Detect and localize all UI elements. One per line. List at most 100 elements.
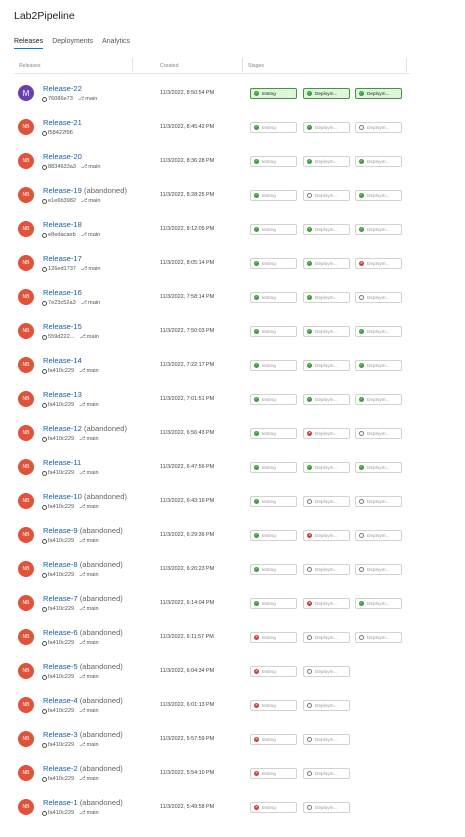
- stage-pill[interactable]: ✕ testing: [250, 768, 297, 779]
- release-link[interactable]: Release-4: [43, 696, 78, 705]
- commit-id[interactable]: fa410c229: [48, 368, 74, 374]
- stage-pill[interactable]: Deploym...: [303, 190, 350, 201]
- stage-pill[interactable]: ✓ Deploym...: [355, 394, 402, 405]
- branch-name[interactable]: main: [86, 742, 98, 748]
- stage-pill[interactable]: ✓ Deploym...: [303, 122, 350, 133]
- release-row[interactable]: NB Release-1 (abandoned) fa410c229 ⎇ main 11/…: [0, 791, 465, 825]
- branch-name[interactable]: main: [86, 606, 98, 612]
- release-row[interactable]: NB Release-17 126ed1737 ⎇ main 11/3/2022, 8:0…: [0, 247, 465, 281]
- stage-pill[interactable]: Deploym...: [303, 666, 350, 677]
- stage-pill[interactable]: ✕ Deploym...: [303, 530, 350, 541]
- stage-pill[interactable]: ✓ Deploym...: [355, 156, 402, 167]
- commit-id[interactable]: fa410c229: [48, 470, 74, 476]
- release-link[interactable]: Release-1: [43, 798, 78, 807]
- commit-id[interactable]: fa410c229: [48, 674, 74, 680]
- stage-pill[interactable]: ✓ testing: [250, 598, 297, 609]
- commit-id[interactable]: e8edacaeb: [48, 232, 76, 238]
- stage-pill[interactable]: ✓ Deploym...: [303, 224, 350, 235]
- release-row[interactable]: NB Release-2 (abandoned) fa410c229 ⎇ main 11/…: [0, 757, 465, 791]
- release-row[interactable]: NB Release-14 fa410c229 ⎇ main 11/3/2022, 7:2…: [0, 349, 465, 383]
- release-link[interactable]: Release-10: [43, 492, 82, 501]
- branch-name[interactable]: main: [88, 164, 100, 170]
- release-row[interactable]: NB Release-3 (abandoned) fa410c229 ⎇ main 11/…: [0, 723, 465, 757]
- column-header-releases[interactable]: Releases: [19, 63, 41, 69]
- release-link[interactable]: Release-2: [43, 764, 78, 773]
- release-link[interactable]: Release-19: [43, 186, 82, 195]
- commit-id[interactable]: fa410c229: [48, 538, 74, 544]
- tab-deployments[interactable]: Deployments: [52, 38, 93, 49]
- release-row[interactable]: NB Release-20 8834633a3 ⎇ main 11/3/2022, 8:3…: [0, 145, 465, 179]
- stage-pill[interactable]: ✕ Deploym...: [303, 428, 350, 439]
- release-link[interactable]: Release-16: [43, 288, 82, 297]
- stage-pill[interactable]: ✓ Deploym...: [355, 462, 402, 473]
- release-row[interactable]: M Release-22 76086e73 ⎇ main 11/3/2022, 8:50:…: [0, 77, 465, 111]
- stage-pill[interactable]: ✓ testing: [250, 258, 297, 269]
- release-row[interactable]: NB Release-6 (abandoned) fa410c229 ⎇ main 11/…: [0, 621, 465, 655]
- release-link[interactable]: Release-20: [43, 152, 82, 161]
- release-row[interactable]: NB Release-10 (abandoned) fa410c229 ⎇ main 11…: [0, 485, 465, 519]
- release-row[interactable]: NB Release-18 e8edacaeb ⎇ main 11/3/2022, 8:1…: [0, 213, 465, 247]
- stage-pill[interactable]: ✓ Deploym...: [355, 224, 402, 235]
- branch-name[interactable]: main: [85, 96, 97, 102]
- stage-pill[interactable]: Deploym...: [355, 428, 402, 439]
- stage-pill[interactable]: ✓ Deploym...: [355, 190, 402, 201]
- stage-pill[interactable]: Deploym...: [355, 530, 402, 541]
- stage-pill[interactable]: Deploym...: [303, 700, 350, 711]
- column-header-stages[interactable]: Stages: [248, 63, 264, 69]
- release-row[interactable]: NB Release-13 fa410c229 ⎇ main 11/3/2022, 7:0…: [0, 383, 465, 417]
- branch-name[interactable]: main: [86, 640, 98, 646]
- branch-name[interactable]: main: [86, 368, 98, 374]
- stage-pill[interactable]: ✕ testing: [250, 734, 297, 745]
- stage-pill[interactable]: ✓ Deploym...: [303, 462, 350, 473]
- stage-pill[interactable]: ✓ testing: [250, 224, 297, 235]
- stage-pill[interactable]: ✓ testing: [250, 530, 297, 541]
- release-row[interactable]: NB Release-7 (abandoned) fa410c229 ⎇ main 11/…: [0, 587, 465, 621]
- stage-pill[interactable]: ✓ Deploym...: [303, 292, 350, 303]
- stage-pill[interactable]: ✓ testing: [250, 326, 297, 337]
- commit-id[interactable]: 559d222...: [48, 334, 74, 340]
- branch-name[interactable]: main: [88, 198, 100, 204]
- stage-pill[interactable]: ✕ Deploym...: [303, 598, 350, 609]
- stage-pill[interactable]: Deploym...: [355, 564, 402, 575]
- stage-pill[interactable]: ✓ testing: [250, 394, 297, 405]
- column-divider[interactable]: [132, 58, 133, 72]
- stage-pill[interactable]: ✓ Deploym...: [355, 598, 402, 609]
- stage-pill[interactable]: ✓ testing: [250, 122, 297, 133]
- stage-pill[interactable]: ✓ Deploym...: [355, 326, 402, 337]
- branch-name[interactable]: main: [86, 572, 98, 578]
- stage-pill[interactable]: ✓ testing: [250, 496, 297, 507]
- release-row[interactable]: NB Release-9 (abandoned) fa410c229 ⎇ main 11/…: [0, 519, 465, 553]
- commit-id[interactable]: fa410c229: [48, 504, 74, 510]
- release-link[interactable]: Release-3: [43, 730, 78, 739]
- release-link[interactable]: Release-13: [43, 390, 82, 399]
- branch-name[interactable]: main: [86, 538, 98, 544]
- branch-name[interactable]: main: [88, 300, 100, 306]
- release-row[interactable]: NB Release-5 (abandoned) fa410c229 ⎇ main 11/…: [0, 655, 465, 689]
- commit-id[interactable]: fa410c229: [48, 810, 74, 816]
- release-link[interactable]: Release-18: [43, 220, 82, 229]
- release-row[interactable]: NB Release-12 (abandoned) fa410c229 ⎇ main 11…: [0, 417, 465, 451]
- stage-pill[interactable]: Deploym...: [303, 768, 350, 779]
- commit-id[interactable]: 126ed1737: [48, 266, 76, 272]
- stage-pill[interactable]: ✓ Deploym...: [303, 360, 350, 371]
- column-divider[interactable]: [242, 58, 243, 72]
- stage-pill[interactable]: ✓ Deploym...: [303, 326, 350, 337]
- commit-id[interactable]: fa410c229: [48, 606, 74, 612]
- stage-pill[interactable]: ✓ testing: [250, 88, 297, 99]
- stage-pill[interactable]: ✓ Deploym...: [303, 156, 350, 167]
- stage-pill[interactable]: Deploym...: [355, 496, 402, 507]
- branch-name[interactable]: main: [86, 436, 98, 442]
- release-link[interactable]: Release-21: [43, 118, 82, 127]
- release-link[interactable]: Release-12: [43, 424, 82, 433]
- stage-pill[interactable]: ✕ testing: [250, 700, 297, 711]
- stage-pill[interactable]: ✓ Deploym...: [303, 88, 350, 99]
- commit-id[interactable]: fa410c229: [48, 742, 74, 748]
- stage-pill[interactable]: Deploym...: [355, 632, 402, 643]
- branch-name[interactable]: main: [86, 776, 98, 782]
- release-link[interactable]: Release-15: [43, 322, 82, 331]
- commit-id[interactable]: 8834633a3: [48, 164, 76, 170]
- tab-releases[interactable]: Releases: [14, 38, 44, 49]
- branch-name[interactable]: main: [88, 232, 100, 238]
- commit-id[interactable]: fa410c229: [48, 402, 74, 408]
- commit-id[interactable]: fa410c229: [48, 776, 74, 782]
